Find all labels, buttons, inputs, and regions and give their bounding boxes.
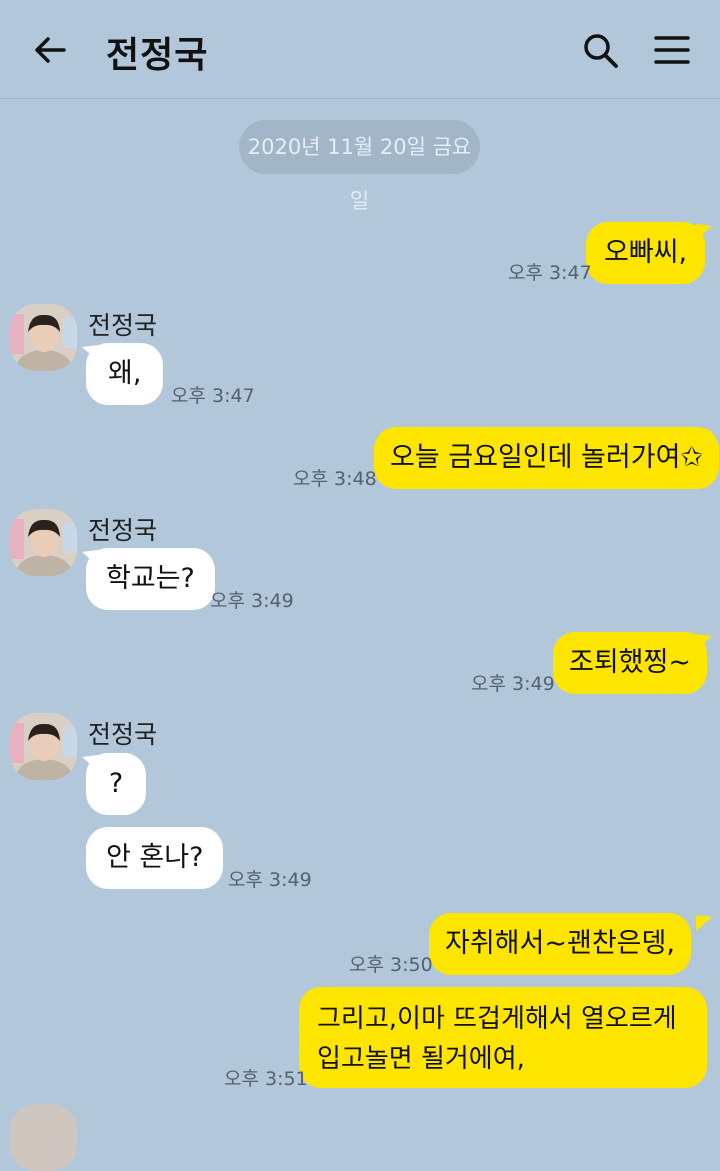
bubble-tail (696, 915, 712, 931)
date-divider: 2020년 11월 20일 금요일 (239, 120, 480, 213)
avatar[interactable] (10, 713, 77, 780)
their-message-bubble[interactable]: 안 혼나? (86, 827, 224, 889)
message-time: 오후 3:47 (171, 385, 255, 407)
my-message-bubble[interactable]: 오늘 금요일인데 놀러가여✩ (374, 427, 720, 489)
message-time: 오후 3:49 (471, 673, 555, 695)
message-text: 오빠씨, (604, 237, 688, 268)
their-message-bubble[interactable]: 왜, (86, 343, 164, 405)
back-arrow-icon[interactable] (30, 30, 70, 70)
sender-name: 전정국 (88, 720, 158, 749)
bubble-tail (696, 429, 712, 445)
message-time: 오후 3:47 (508, 262, 592, 284)
avatar[interactable] (10, 304, 77, 371)
my-message-bubble[interactable]: 자취해서~괜찬은뎅, (429, 913, 691, 975)
message-text: 자취해서~괜찬은뎅, (445, 928, 675, 959)
hamburger-menu-icon[interactable] (650, 30, 694, 70)
message-text: ? (108, 768, 124, 799)
their-message-bubble[interactable]: ? (86, 753, 146, 815)
message-time: 오후 3:49 (210, 590, 294, 612)
message-text: 조퇴했찡~ (569, 647, 691, 678)
sender-name: 전정국 (88, 516, 158, 545)
bubble-tail (696, 224, 712, 240)
chat-title: 전정국 (106, 35, 209, 76)
message-text: 학교는? (106, 563, 195, 594)
message-time: 오후 3:50 (349, 954, 433, 976)
message-time: 오후 3:51 (224, 1068, 308, 1090)
message-time: 오후 3:49 (228, 869, 312, 891)
message-text: 왜, (108, 358, 142, 389)
message-time: 오후 3:48 (293, 468, 377, 490)
search-icon[interactable] (580, 30, 620, 70)
avatar[interactable] (10, 509, 77, 576)
chat-header: 전정국 (0, 0, 720, 99)
my-message-bubble[interactable]: 그리고,이마 뜨겁게해서 열오르게 입고놀면 될거에여, (299, 987, 707, 1088)
bubble-tail (696, 634, 712, 650)
message-text: 그리고,이마 뜨겁게해서 열오르게 입고놀면 될거에여, (317, 1004, 677, 1074)
my-message-bubble[interactable]: 오빠씨, (586, 222, 706, 284)
their-message-bubble[interactable]: 학교는? (86, 548, 215, 610)
message-text: 오늘 금요일인데 놀러가여✩ (390, 442, 704, 473)
avatar[interactable] (10, 1104, 77, 1171)
sender-name: 전정국 (88, 311, 158, 340)
message-text: 안 혼나? (106, 842, 204, 873)
my-message-bubble[interactable]: 조퇴했찡~ (553, 632, 707, 694)
